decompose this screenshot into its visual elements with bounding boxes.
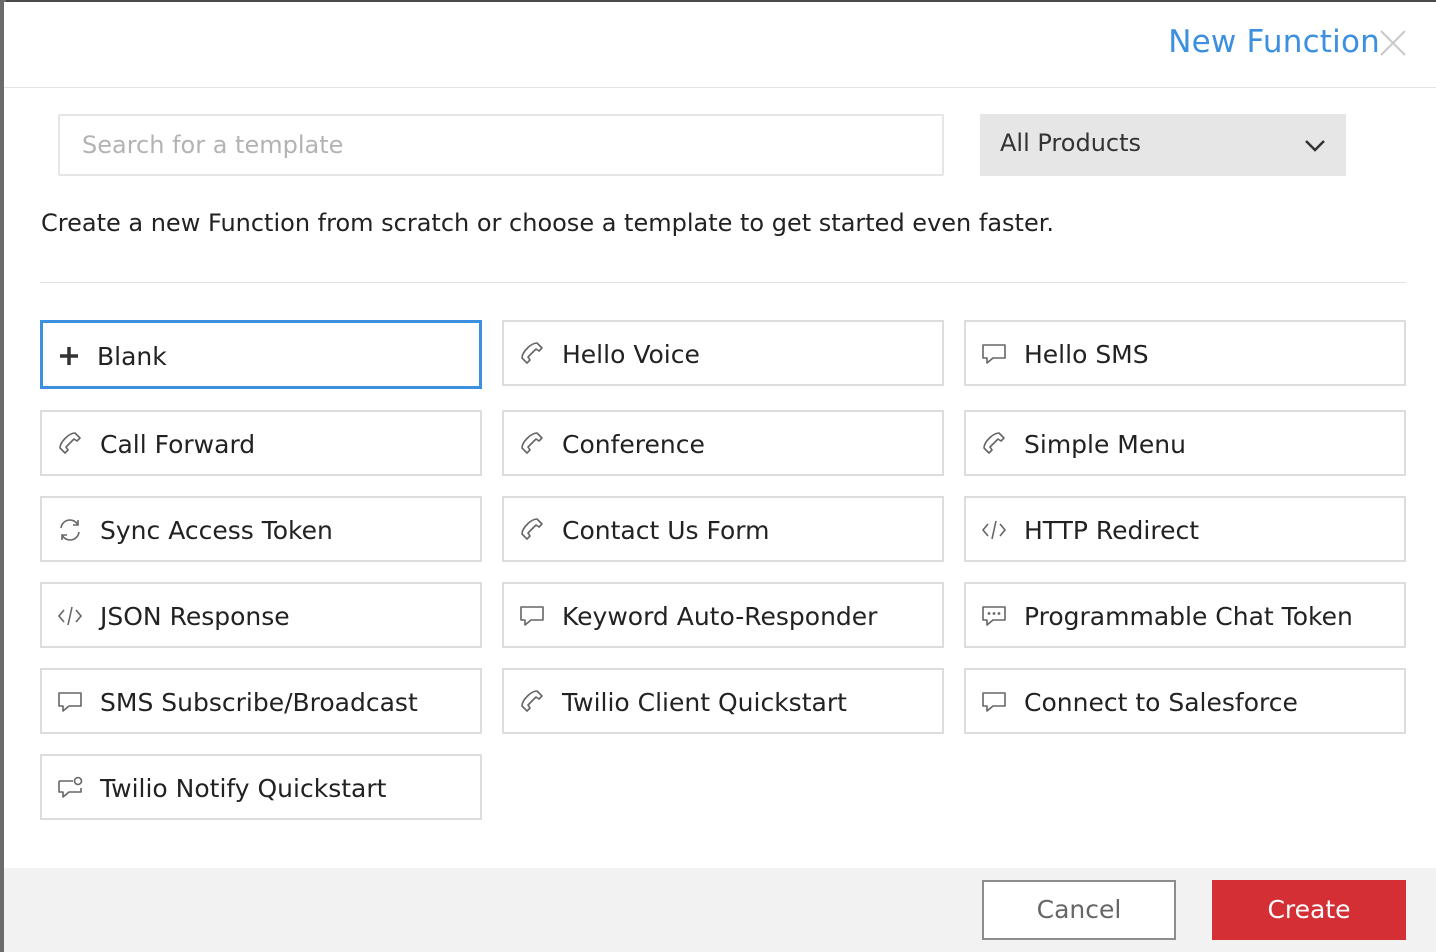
template-tile-label: Twilio Client Quickstart	[562, 688, 847, 717]
template-tile-label: Keyword Auto-Responder	[562, 602, 878, 631]
template-tile-label: Programmable Chat Token	[1024, 602, 1353, 631]
template-tile-connect-to-salesforce[interactable]: Connect to Salesforce	[964, 668, 1406, 734]
sms-icon	[56, 688, 84, 716]
sms-icon	[980, 340, 1008, 368]
template-tile-label: Blank	[97, 342, 167, 371]
template-tile-label: HTTP Redirect	[1024, 516, 1200, 545]
template-tile-label: Twilio Notify Quickstart	[100, 774, 387, 803]
close-icon[interactable]	[1378, 28, 1408, 58]
phone-icon	[518, 430, 546, 458]
template-tile-keyword-auto-responder[interactable]: Keyword Auto-Responder	[502, 582, 944, 648]
template-search-input[interactable]	[58, 114, 944, 176]
template-tile-hello-voice[interactable]: Hello Voice	[502, 320, 944, 386]
template-tile-label: Call Forward	[100, 430, 256, 459]
product-filter-value: All Products	[1000, 129, 1142, 157]
cancel-button[interactable]: Cancel	[982, 880, 1176, 940]
template-tile-conference[interactable]: Conference	[502, 410, 944, 476]
create-button[interactable]: Create	[1212, 880, 1406, 940]
sms-icon	[980, 688, 1008, 716]
template-tile-call-forward[interactable]: Call Forward	[40, 410, 482, 476]
template-tile-programmable-chat-token[interactable]: Programmable Chat Token	[964, 582, 1406, 648]
template-tile-twilio-notify-quickstart[interactable]: Twilio Notify Quickstart	[40, 754, 482, 820]
phone-icon	[518, 688, 546, 716]
template-tile-label: Conference	[562, 430, 705, 459]
new-function-modal: New Function All Products Create a new F…	[4, 2, 1436, 952]
template-tile-label: Connect to Salesforce	[1024, 688, 1298, 717]
product-filter-select[interactable]: All Products	[980, 114, 1346, 176]
sms-icon	[518, 602, 546, 630]
template-tile-simple-menu[interactable]: Simple Menu	[964, 410, 1406, 476]
sync-icon	[56, 516, 84, 544]
modal-footer: Cancel Create	[4, 868, 1436, 952]
phone-icon	[980, 430, 1008, 458]
template-tile-label: Contact Us Form	[562, 516, 770, 545]
modal-title: New Function	[1168, 24, 1380, 60]
template-tile-label: Hello Voice	[562, 340, 700, 369]
modal-header: New Function	[4, 2, 1436, 88]
template-tile-twilio-client-quickstart[interactable]: Twilio Client Quickstart	[502, 668, 944, 734]
template-tile-label: Sync Access Token	[100, 516, 333, 545]
divider	[40, 282, 1406, 283]
template-tile-sms-subscribe-broadcast[interactable]: SMS Subscribe/Broadcast	[40, 668, 482, 734]
plus-icon	[55, 342, 83, 370]
intro-text: Create a new Function from scratch or ch…	[41, 209, 1055, 237]
notify-icon	[56, 774, 84, 802]
chat-icon	[980, 602, 1008, 630]
chevron-down-icon	[1304, 138, 1326, 152]
phone-icon	[518, 516, 546, 544]
template-tile-label: Hello SMS	[1024, 340, 1149, 369]
template-tile-http-redirect[interactable]: HTTP Redirect	[964, 496, 1406, 562]
phone-icon	[518, 340, 546, 368]
code-icon	[980, 516, 1008, 544]
code-icon	[56, 602, 84, 630]
template-tile-label: JSON Response	[100, 602, 290, 631]
template-tile-hello-sms[interactable]: Hello SMS	[964, 320, 1406, 386]
template-tile-label: Simple Menu	[1024, 430, 1186, 459]
template-tile-blank[interactable]: Blank	[40, 320, 482, 389]
template-tile-label: SMS Subscribe/Broadcast	[100, 688, 418, 717]
template-tile-sync-access-token[interactable]: Sync Access Token	[40, 496, 482, 562]
phone-icon	[56, 430, 84, 458]
template-tile-json-response[interactable]: JSON Response	[40, 582, 482, 648]
template-tile-contact-us-form[interactable]: Contact Us Form	[502, 496, 944, 562]
